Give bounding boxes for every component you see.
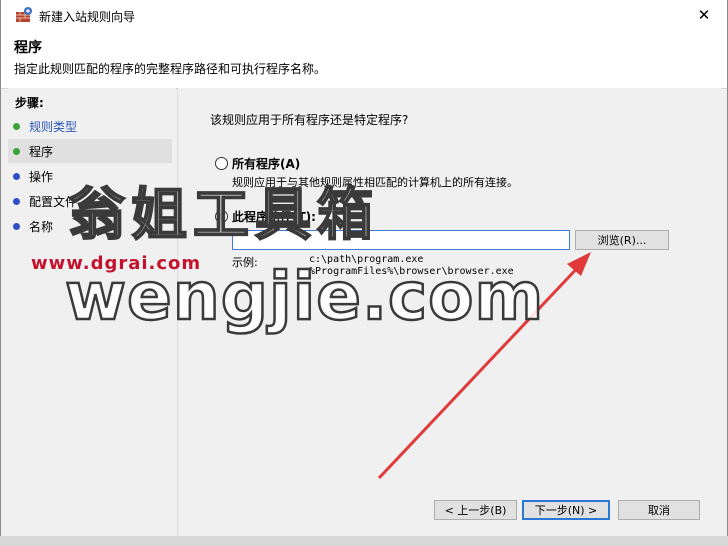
- all-programs-description: 规则应用于与其他规则属性相匹配的计算机上的所有连接。: [232, 176, 518, 189]
- next-button[interactable]: 下一步(N) >: [522, 500, 610, 520]
- content-panel: 该规则应用于所有程序还是特定程序? 所有程序(A) 规则应用于与其他规则属性相匹…: [177, 88, 721, 536]
- back-button-label: < 上一步(B): [444, 504, 507, 517]
- step-pending-icon: [13, 222, 20, 230]
- step-profile[interactable]: 配置文件: [8, 189, 172, 213]
- step-rule-type[interactable]: 规则类型: [8, 114, 172, 138]
- program-path-label[interactable]: 此程序路径(T):: [232, 208, 316, 225]
- page-description: 指定此规则匹配的程序的完整程序路径和可执行程序名称。: [14, 62, 327, 76]
- question-text: 该规则应用于所有程序还是特定程序?: [210, 113, 409, 127]
- page-title: 程序: [14, 40, 42, 56]
- steps-panel: 步骤: 规则类型 程序 操作 配置文件 名称: [8, 88, 176, 536]
- step-pending-icon: [13, 172, 20, 180]
- next-button-label: 下一步(N) >: [534, 504, 598, 517]
- program-path-radio[interactable]: [215, 210, 228, 223]
- cancel-button-label: 取消: [648, 504, 670, 517]
- step-program[interactable]: 程序: [8, 139, 172, 163]
- all-programs-label[interactable]: 所有程序(A): [232, 155, 300, 172]
- step-label: 规则类型: [29, 119, 78, 134]
- steps-title: 步骤:: [15, 96, 44, 110]
- step-action[interactable]: 操作: [8, 164, 172, 188]
- step-name[interactable]: 名称: [8, 214, 172, 238]
- window-title: 新建入站规则向导: [39, 10, 136, 24]
- taskbar-strip: [0, 536, 728, 546]
- firewall-app-icon: [16, 7, 32, 22]
- step-pending-icon: [13, 197, 20, 205]
- back-button[interactable]: < 上一步(B): [434, 500, 517, 520]
- cancel-button[interactable]: 取消: [618, 500, 700, 520]
- title-bar: 新建入站规则向导 ✕: [1, 0, 727, 30]
- step-label: 配置文件: [29, 194, 78, 209]
- example-text: c:\path\program.exe %ProgramFiles%\brows…: [309, 254, 514, 277]
- page-header: 程序 指定此规则匹配的程序的完整程序路径和可执行程序名称。: [1, 30, 727, 89]
- close-icon: ✕: [697, 6, 711, 24]
- program-path-input[interactable]: [232, 230, 570, 250]
- wizard-window: 新建入站规则向导 ✕ 程序 指定此规则匹配的程序的完整程序路径和可执行程序名称。…: [0, 0, 728, 546]
- all-programs-radio[interactable]: [215, 157, 228, 170]
- step-label: 操作: [29, 169, 54, 184]
- example-label: 示例:: [232, 256, 258, 269]
- close-button[interactable]: ✕: [681, 0, 727, 30]
- step-current-icon: [13, 147, 20, 155]
- browse-button[interactable]: 浏览(R)...: [575, 230, 669, 250]
- step-label: 程序: [29, 144, 54, 159]
- step-done-icon: [13, 122, 20, 130]
- step-label: 名称: [29, 219, 54, 234]
- browse-button-label: 浏览(R)...: [597, 234, 647, 247]
